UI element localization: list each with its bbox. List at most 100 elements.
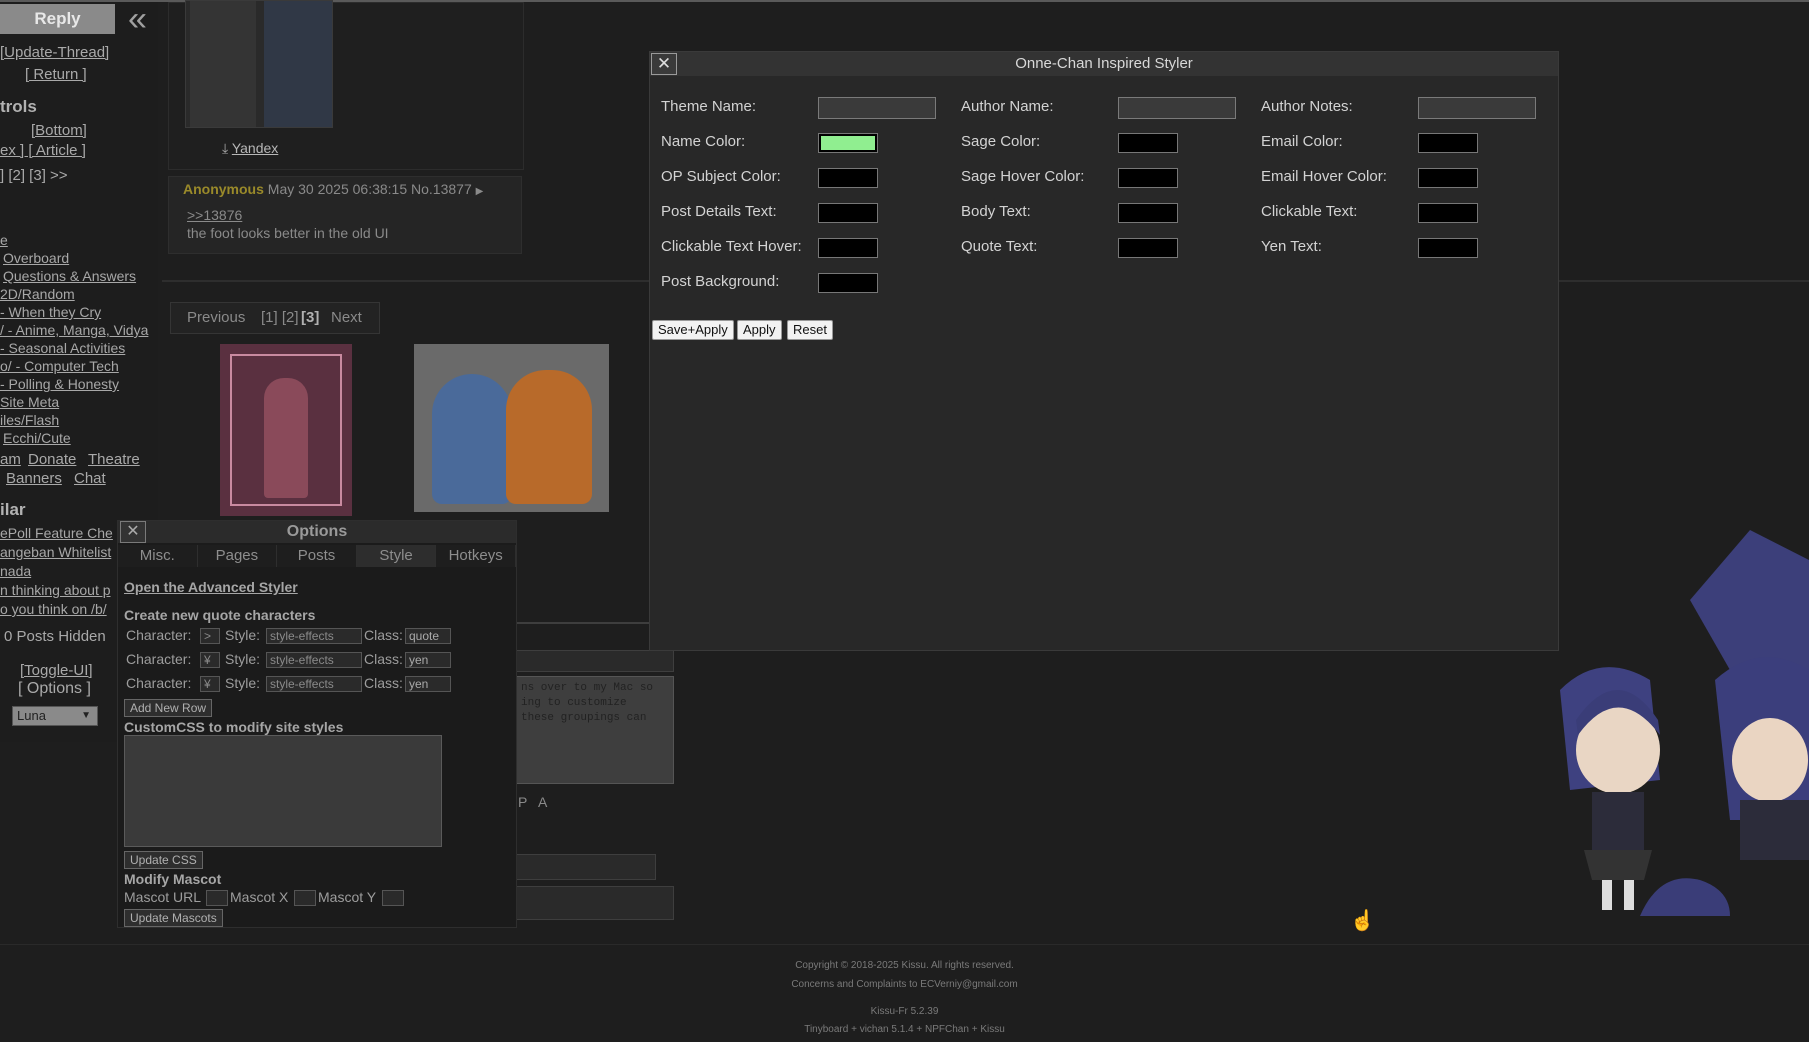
page-links[interactable]: [1] [2] bbox=[261, 309, 299, 326]
update-thread-link[interactable]: [Update-Thread] bbox=[0, 44, 109, 61]
mascot-x-input[interactable] bbox=[294, 890, 316, 906]
controls-heading: trols bbox=[0, 97, 37, 116]
theme-select[interactable]: Luna ▼ bbox=[12, 706, 98, 726]
author-notes-label: Author Notes: bbox=[1261, 98, 1353, 115]
update-mascots-button[interactable]: Update Mascots bbox=[124, 909, 223, 927]
thread-image-1[interactable] bbox=[220, 344, 352, 516]
reply-post: Anonymous May 30 2025 06:38:15 No.13877 … bbox=[168, 176, 522, 254]
tab-hotkeys[interactable]: Hotkeys bbox=[436, 545, 516, 567]
name-color-picker[interactable] bbox=[818, 133, 878, 153]
format-buttons[interactable]: P A bbox=[518, 794, 547, 810]
footer-contact[interactable]: Concerns and Complaints to ECVerniy@gmai… bbox=[0, 979, 1809, 990]
class-input[interactable]: quote bbox=[405, 628, 451, 644]
custom-css-textarea[interactable] bbox=[124, 735, 442, 847]
collapse-sidebar-icon[interactable]: « bbox=[128, 2, 156, 36]
index-article-links[interactable]: ex ] [ Article ] bbox=[0, 142, 86, 159]
advanced-styler-link[interactable]: Open the Advanced Styler bbox=[124, 579, 298, 595]
board-link[interactable]: e bbox=[0, 232, 8, 248]
board-link[interactable]: 2D/Random bbox=[0, 286, 75, 302]
style-input[interactable]: style-effects bbox=[266, 652, 362, 668]
return-link[interactable]: [ Return ] bbox=[25, 66, 87, 83]
next-button[interactable]: Next bbox=[331, 309, 362, 326]
yandex-search-link[interactable]: ⤓ Yandex bbox=[222, 140, 278, 157]
styler-title: Onne-Chan Inspired Styler bbox=[650, 52, 1558, 76]
options-link[interactable]: [ Options ] bbox=[18, 680, 91, 698]
chat-link[interactable]: Chat bbox=[74, 470, 106, 487]
toggle-ui-link[interactable]: [Toggle-UI] bbox=[20, 662, 93, 679]
character-input[interactable]: ¥ bbox=[200, 652, 220, 668]
board-link[interactable]: Overboard bbox=[3, 250, 69, 266]
character-input[interactable]: ¥ bbox=[200, 676, 220, 692]
sage-hover-color-picker[interactable] bbox=[1118, 168, 1178, 188]
apply-button[interactable]: Apply bbox=[737, 320, 782, 340]
board-link[interactable]: / - Anime, Manga, Vidya bbox=[0, 322, 148, 338]
board-link[interactable]: o/ - Computer Tech bbox=[0, 358, 119, 374]
theatre-link[interactable]: Theatre bbox=[88, 451, 140, 468]
class-input[interactable]: yen bbox=[405, 652, 451, 668]
captcha-field[interactable] bbox=[516, 886, 674, 920]
post-details-text-picker[interactable] bbox=[818, 203, 878, 223]
yen-text-picker[interactable] bbox=[1418, 238, 1478, 258]
quote-text-picker[interactable] bbox=[1118, 238, 1178, 258]
style-input[interactable]: style-effects bbox=[266, 676, 362, 692]
character-input[interactable]: > bbox=[200, 628, 220, 644]
bottom-link[interactable]: [Bottom] bbox=[31, 122, 87, 139]
subject-field[interactable] bbox=[516, 650, 674, 672]
clickable-text-picker[interactable] bbox=[1418, 203, 1478, 223]
post-menu-arrow-icon[interactable]: ▶ bbox=[476, 186, 484, 197]
reply-button[interactable]: Reply bbox=[0, 4, 115, 34]
update-css-button[interactable]: Update CSS bbox=[124, 851, 203, 869]
style-input[interactable]: style-effects bbox=[266, 628, 362, 644]
add-new-row-button[interactable]: Add New Row bbox=[124, 699, 213, 717]
similar-thread-link[interactable]: nada bbox=[0, 563, 31, 579]
file-field[interactable] bbox=[516, 854, 656, 880]
footer-copyright: Copyright © 2018-2025 Kissu. All rights … bbox=[795, 960, 1014, 971]
mascot-url-input[interactable] bbox=[206, 890, 228, 906]
comment-textarea[interactable]: ns over to my Mac so ing to customize th… bbox=[516, 676, 674, 784]
save-apply-button[interactable]: Save+Apply bbox=[652, 320, 734, 340]
similar-thread-link[interactable]: o you think on /b/ bbox=[0, 601, 107, 617]
footer-software: Tinyboard + vichan 5.1.4 + NPFChan + Kis… bbox=[804, 1024, 1005, 1035]
tab-pages[interactable]: Pages bbox=[197, 545, 278, 567]
class-input[interactable]: yen bbox=[405, 676, 451, 692]
post-number[interactable]: No.13877 bbox=[411, 181, 472, 197]
post-background-picker[interactable] bbox=[818, 273, 878, 293]
reset-button[interactable]: Reset bbox=[787, 320, 833, 340]
board-link[interactable]: Site Meta bbox=[0, 394, 59, 410]
board-link[interactable]: - Polling & Honesty bbox=[0, 376, 119, 392]
donate-link[interactable]: Donate bbox=[28, 451, 76, 468]
post-image-thumbnail[interactable] bbox=[185, 0, 333, 128]
mascot-y-input[interactable] bbox=[382, 890, 404, 906]
board-link[interactable]: Questions & Answers bbox=[3, 268, 136, 284]
board-link[interactable]: - Seasonal Activities bbox=[0, 340, 125, 356]
email-color-picker[interactable] bbox=[1418, 133, 1478, 153]
similar-thread-link[interactable]: ePoll Feature Che bbox=[0, 525, 113, 541]
sidebar-link[interactable]: am bbox=[0, 451, 21, 468]
banners-link[interactable]: Banners bbox=[6, 470, 62, 487]
board-link[interactable]: Ecchi/Cute bbox=[3, 430, 71, 446]
close-icon[interactable]: ✕ bbox=[651, 53, 677, 75]
sidebar-pages[interactable]: ] [2] [3] >> bbox=[0, 167, 68, 184]
board-link[interactable]: - When they Cry bbox=[0, 304, 101, 320]
similar-thread-link[interactable]: n thinking about p bbox=[0, 582, 111, 598]
previous-button[interactable]: Previous bbox=[187, 309, 245, 326]
author-name-input[interactable] bbox=[1118, 97, 1236, 119]
tab-misc[interactable]: Misc. bbox=[118, 545, 198, 567]
clickable-text-hover-picker[interactable] bbox=[818, 238, 878, 258]
similar-thread-link[interactable]: angeban Whitelist bbox=[0, 544, 111, 560]
quote-text-label: Quote Text: bbox=[961, 238, 1038, 255]
op-subject-color-picker[interactable] bbox=[818, 168, 878, 188]
post-reply-link[interactable]: >>13876 bbox=[187, 207, 242, 223]
board-link[interactable]: iles/Flash bbox=[0, 412, 59, 428]
thread-image-2[interactable] bbox=[414, 344, 609, 512]
sage-color-picker[interactable] bbox=[1118, 133, 1178, 153]
close-icon[interactable]: ✕ bbox=[120, 521, 146, 543]
tab-style[interactable]: Style bbox=[356, 545, 437, 567]
email-hover-color-picker[interactable] bbox=[1418, 168, 1478, 188]
theme-name-input[interactable] bbox=[818, 97, 936, 119]
author-notes-input[interactable] bbox=[1418, 97, 1536, 119]
tab-posts[interactable]: Posts bbox=[277, 545, 357, 567]
body-text-picker[interactable] bbox=[1118, 203, 1178, 223]
options-title: Options bbox=[118, 521, 516, 543]
yen-text-label: Yen Text: bbox=[1261, 238, 1322, 255]
